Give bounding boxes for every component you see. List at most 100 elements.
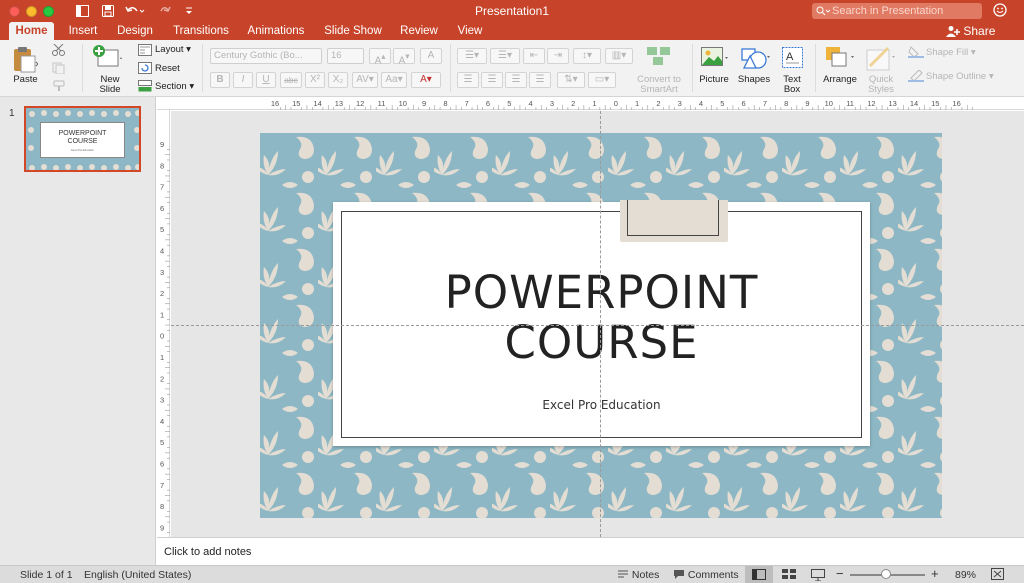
section-button[interactable]: Section ▾ <box>155 82 194 92</box>
tab-design[interactable]: Design <box>113 22 157 40</box>
share-button[interactable]: Share <box>946 22 995 40</box>
tab-home[interactable]: Home <box>9 22 54 40</box>
font-size-select[interactable]: 16 <box>327 48 364 64</box>
tab-transitions[interactable]: Transitions <box>170 22 232 40</box>
tab-animations[interactable]: Animations <box>245 22 307 40</box>
ruler-tick-label: 5 <box>507 99 511 108</box>
decrease-font-size-button[interactable]: A▾ <box>393 48 415 66</box>
shape-outline-icon[interactable] <box>908 69 924 85</box>
notes-icon <box>618 570 628 578</box>
strikethrough-button[interactable]: abc <box>280 72 302 88</box>
vertical-guide[interactable] <box>600 111 601 537</box>
fit-window-button[interactable] <box>991 568 1004 583</box>
quick-styles-label: Quick Styles <box>868 74 894 95</box>
character-spacing-button[interactable]: AV▾ <box>352 72 378 88</box>
increase-font-size-button[interactable]: A▴ <box>369 48 391 66</box>
underline-button[interactable]: U <box>256 72 276 88</box>
new-slide-icon[interactable] <box>92 44 122 75</box>
text-box-icon[interactable]: A <box>781 46 805 73</box>
section-icon[interactable] <box>138 80 152 95</box>
slide-editing-canvas[interactable]: POWERPOINT COURSE Excel Pro Education <box>171 111 1024 537</box>
bold-button[interactable]: B <box>210 72 230 88</box>
shapes-icon[interactable] <box>741 46 771 75</box>
italic-button[interactable]: I <box>233 72 253 88</box>
tab-review[interactable]: Review <box>398 22 440 40</box>
slide-thumbnail[interactable]: POWERPOINT COURSE Excel Pro Education <box>24 106 141 172</box>
quick-styles-icon[interactable] <box>866 46 896 75</box>
ruler-tick-label: 5 <box>160 438 164 447</box>
ruler-tick-label: 1 <box>160 310 164 319</box>
arrange-icon[interactable] <box>825 46 855 73</box>
align-left-button[interactable]: ☰ <box>457 72 479 88</box>
align-text-button[interactable]: ▭▾ <box>588 72 616 88</box>
justify-button[interactable]: ☰ <box>529 72 551 88</box>
notes-pane[interactable]: Click to add notes <box>157 537 1024 565</box>
convert-smartart-label: Convert to SmartArt <box>637 74 681 95</box>
ruler-tick-label: 6 <box>486 99 490 108</box>
ruler-tick-label: 2 <box>656 99 660 108</box>
ruler-tick-label: 9 <box>160 140 164 149</box>
shape-fill-icon[interactable] <box>908 46 924 61</box>
search-input[interactable]: Search in Presentation <box>812 3 982 19</box>
font-name-select[interactable]: Century Gothic (Bo... <box>210 48 322 64</box>
bullets-button[interactable]: ☰▾ <box>457 48 487 64</box>
line-spacing-button[interactable]: ↕▾ <box>573 48 601 64</box>
numbering-button[interactable]: ☰▾ <box>490 48 520 64</box>
smiley-icon[interactable] <box>993 3 1007 20</box>
decrease-indent-button[interactable]: ⇤ <box>523 48 545 64</box>
ribbon-tab-bar: Home Insert Design Transitions Animation… <box>0 22 1024 40</box>
clear-formatting-icon[interactable]: A <box>420 48 442 64</box>
columns-button[interactable]: ▥▾ <box>605 48 633 64</box>
zoom-level[interactable]: 89% <box>955 569 976 581</box>
horizontal-guide[interactable] <box>171 325 1024 326</box>
zoom-slider-thumb[interactable] <box>881 569 891 579</box>
layout-button[interactable]: Layout ▾ <box>155 45 191 55</box>
ruler-tick-label: 1 <box>635 99 639 108</box>
slide-subtitle[interactable]: Excel Pro Education <box>333 398 870 412</box>
zoom-in-button[interactable]: + <box>931 566 939 581</box>
text-direction-button[interactable]: ⇅▾ <box>557 72 585 88</box>
superscript-button[interactable]: X² <box>305 72 325 88</box>
vertical-ruler[interactable]: 9 8 7 6 5 4 3 2 1 0 1 2 3 4 5 6 7 8 9 <box>157 110 170 544</box>
cut-icon[interactable] <box>52 43 66 59</box>
align-right-button[interactable]: ☰ <box>505 72 527 88</box>
paste-icon[interactable] <box>12 45 39 76</box>
tab-view[interactable]: View <box>453 22 487 40</box>
picture-icon[interactable] <box>701 47 729 74</box>
ruler-tick-label: 9 <box>805 99 809 108</box>
normal-view-button[interactable] <box>745 566 773 583</box>
ruler-tick-label: 4 <box>699 99 703 108</box>
ruler-tick-label: 7 <box>465 99 469 108</box>
copy-icon[interactable] <box>52 62 66 77</box>
align-center-button[interactable]: ☰ <box>481 72 503 88</box>
notes-toggle-button[interactable]: Notes <box>617 569 659 581</box>
ruler-tick-label: 13 <box>335 99 343 108</box>
ruler-tick-label: 8 <box>443 99 447 108</box>
convert-smartart-icon[interactable] <box>646 46 672 69</box>
tab-insert[interactable]: Insert <box>63 22 103 40</box>
shape-fill-button[interactable]: Shape Fill ▾ <box>926 48 976 58</box>
ruler-tick-label: 6 <box>160 460 164 469</box>
increase-indent-button[interactable]: ⇥ <box>547 48 569 64</box>
slide-sorter-icon <box>782 569 796 579</box>
ruler-tick-label: 14 <box>313 99 321 108</box>
horizontal-ruler[interactable]: 16 15 14 13 12 11 10 9 8 7 6 5 4 3 2 1 0 1 2 3 4 5 6 7 8 9 10 11 12 1… <box>157 97 1024 110</box>
layout-icon[interactable] <box>138 44 152 59</box>
comments-toggle-button[interactable]: Comments <box>673 569 739 581</box>
shape-outline-button[interactable]: Shape Outline ▾ <box>926 72 994 82</box>
reset-icon[interactable] <box>138 62 152 77</box>
ruler-tick-label: 0 <box>614 99 618 108</box>
tab-slide-show[interactable]: Slide Show <box>322 22 384 40</box>
slide-title[interactable]: POWERPOINT COURSE <box>333 268 870 368</box>
reset-button[interactable]: Reset <box>155 64 180 74</box>
title-placeholder-card[interactable]: POWERPOINT COURSE Excel Pro Education <box>333 200 870 446</box>
change-case-button[interactable]: Aa▾ <box>381 72 407 88</box>
reading-view-button[interactable] <box>811 569 825 583</box>
svg-text:A: A <box>786 51 794 63</box>
slide-sorter-button[interactable] <box>782 569 796 583</box>
subscript-button[interactable]: X₂ <box>328 72 348 88</box>
format-painter-icon[interactable] <box>52 80 66 95</box>
font-color-button[interactable]: A▾ <box>411 72 441 88</box>
zoom-out-button[interactable]: − <box>836 566 844 581</box>
language-indicator[interactable]: English (United States) <box>84 569 191 581</box>
